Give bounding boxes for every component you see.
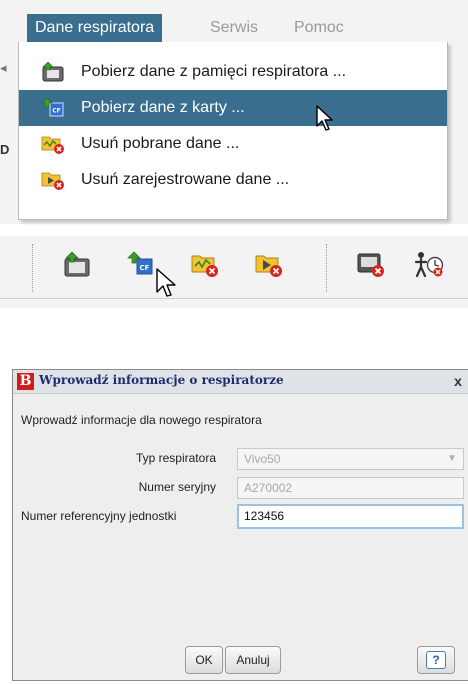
menu-item-delete-downloaded[interactable]: Usuń pobrane dane ... bbox=[19, 126, 447, 162]
help-button[interactable]: ? bbox=[417, 646, 455, 674]
menu-item-label: Pobierz dane z pamięci respiratora ... bbox=[81, 63, 347, 80]
toolbar-separator bbox=[32, 244, 33, 292]
ventilator-type-value: Vivo50 bbox=[244, 452, 281, 466]
menu-bar: ◂ D Dane respiratora Serwis Pomoc bbox=[0, 0, 468, 157]
chevron-down-icon: ▼ bbox=[447, 453, 457, 464]
dialog-title-bar[interactable]: B Wprowadź informacje o respiratorze x bbox=[13, 370, 468, 394]
dane-respiratora-dropdown: Pobierz dane z pamięci respiratora ... C… bbox=[18, 42, 448, 220]
ref-label: Numer referencyjny jednostki bbox=[21, 509, 177, 523]
reference-number-value: 123456 bbox=[244, 509, 285, 523]
toolbar: CF bbox=[0, 236, 468, 308]
menu-item-label: Usuń zarejestrowane dane ... bbox=[81, 171, 290, 188]
download-from-card-icon[interactable]: CF bbox=[126, 250, 156, 280]
toolbar-separator bbox=[326, 244, 327, 292]
download-from-card-icon: CF bbox=[41, 98, 64, 117]
download-from-ventilator-icon[interactable] bbox=[62, 250, 92, 280]
menu-panel: ◂ D Dane respiratora Serwis Pomoc Pobier… bbox=[0, 0, 468, 224]
menu-item-label: Pobierz dane z karty ... bbox=[81, 99, 245, 116]
dialog-intro-text: Wprowadź informacje dla nowego respirato… bbox=[21, 413, 262, 427]
download-from-ventilator-icon bbox=[42, 62, 64, 82]
dialog-title: Wprowadź informacje o respiratorze bbox=[39, 373, 284, 387]
delete-downloaded-data-icon bbox=[41, 136, 64, 154]
menu-dane-respiratora[interactable]: Dane respiratora bbox=[27, 14, 163, 42]
menu-item-label: Usuń pobrane dane ... bbox=[81, 135, 240, 152]
svg-text:CF: CF bbox=[140, 264, 150, 272]
app-logo-icon: B bbox=[17, 373, 34, 390]
menu-item-delete-recorded[interactable]: Usuń zarejestrowane dane ... bbox=[19, 162, 447, 198]
cancel-button[interactable]: Anuluj bbox=[225, 646, 281, 674]
help-icon: ? bbox=[426, 651, 446, 669]
close-icon[interactable]: x bbox=[450, 372, 466, 390]
ventilator-info-dialog: B Wprowadź informacje o respiratorze x W… bbox=[12, 369, 468, 681]
menu-pomoc[interactable]: Pomoc bbox=[290, 14, 348, 42]
serial-number-field[interactable]: A270002 bbox=[237, 477, 464, 499]
ok-button[interactable]: OK bbox=[185, 646, 223, 674]
svg-text:CF: CF bbox=[52, 108, 61, 115]
serial-label: Numer seryjny bbox=[138, 480, 216, 494]
menu-item-download-card[interactable]: CF Pobierz dane z karty ... bbox=[19, 90, 447, 126]
type-label: Typ respiratora bbox=[135, 451, 216, 465]
delete-downloaded-data-icon[interactable] bbox=[190, 250, 220, 280]
left-edge-arrow: ◂ bbox=[0, 60, 7, 75]
toolbar-divider bbox=[0, 298, 468, 299]
menu-item-download-ventilator[interactable]: Pobierz dane z pamięci respiratora ... bbox=[19, 54, 447, 90]
serial-number-value: A270002 bbox=[244, 481, 293, 495]
patient-time-icon[interactable] bbox=[414, 250, 444, 280]
mouse-cursor-icon bbox=[156, 268, 176, 297]
mouse-cursor-icon bbox=[316, 105, 333, 131]
left-edge-fragment: D bbox=[0, 142, 10, 157]
delete-device-icon[interactable] bbox=[356, 250, 386, 280]
delete-recorded-data-icon[interactable] bbox=[254, 250, 284, 280]
reference-number-input[interactable]: 123456 bbox=[237, 504, 464, 529]
menu-serwis[interactable]: Serwis bbox=[206, 14, 262, 42]
delete-recorded-data-icon bbox=[41, 172, 64, 190]
ventilator-type-select[interactable]: Vivo50 ▼ bbox=[237, 448, 464, 470]
